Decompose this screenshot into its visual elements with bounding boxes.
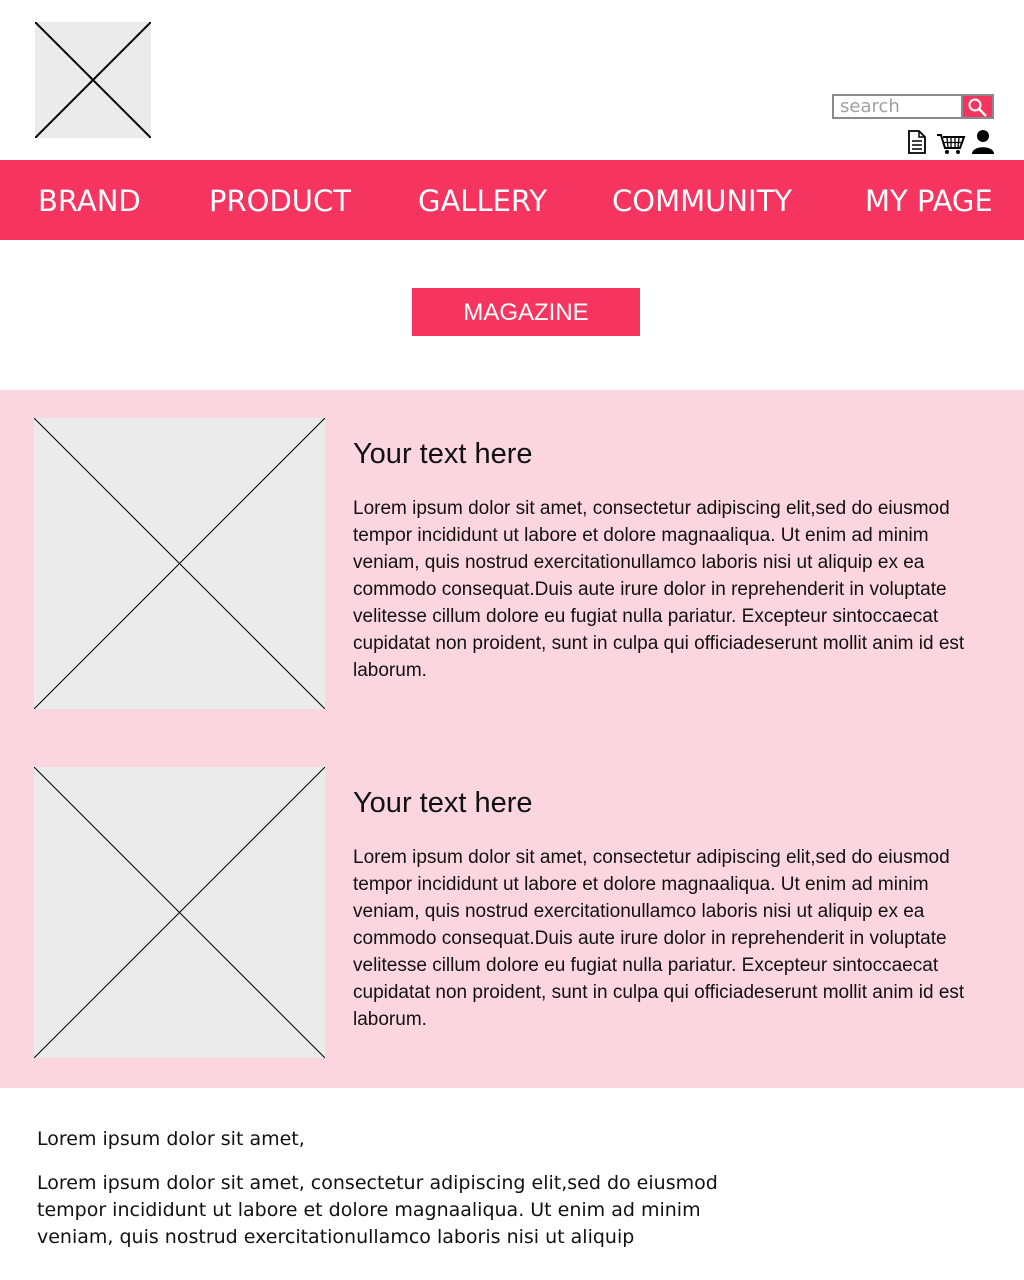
footer-heading: Lorem ipsum dolor sit amet,: [37, 1128, 305, 1150]
user-icon[interactable]: [970, 128, 996, 156]
article-body: Lorem ipsum dolor sit amet, consectetur …: [353, 847, 965, 1030]
cart-icon[interactable]: [936, 128, 966, 156]
footer-text: Lorem ipsum dolor sit amet, consectetur …: [37, 1172, 718, 1248]
article-title: Your text here: [353, 438, 533, 470]
search-icon: [968, 98, 987, 117]
nav-item-product[interactable]: PRODUCT: [209, 160, 351, 240]
nav-item-my-page[interactable]: MY PAGE: [865, 160, 993, 240]
document-icon[interactable]: [906, 128, 928, 156]
nav-item-gallery[interactable]: GALLERY: [418, 160, 547, 240]
article-image-placeholder[interactable]: [34, 418, 325, 709]
nav-item-brand[interactable]: BRAND: [38, 160, 141, 240]
search-field[interactable]: [832, 94, 963, 119]
image-placeholder-icon: [34, 418, 325, 709]
search-input[interactable]: [834, 96, 961, 117]
article-title: Your text here: [353, 787, 533, 819]
image-placeholder-icon: [34, 767, 325, 1058]
article-body: Lorem ipsum dolor sit amet, consectetur …: [353, 498, 965, 681]
search-button[interactable]: [963, 94, 994, 119]
logo-image-placeholder[interactable]: [35, 22, 151, 138]
image-placeholder-icon: [35, 22, 151, 138]
magazine-button[interactable]: MAGAZINE: [412, 288, 640, 336]
main-nav: BRAND PRODUCT GALLERY COMMUNITY MY PAGE: [0, 160, 1024, 240]
article-image-placeholder[interactable]: [34, 767, 325, 1058]
nav-item-community[interactable]: COMMUNITY: [612, 160, 792, 240]
